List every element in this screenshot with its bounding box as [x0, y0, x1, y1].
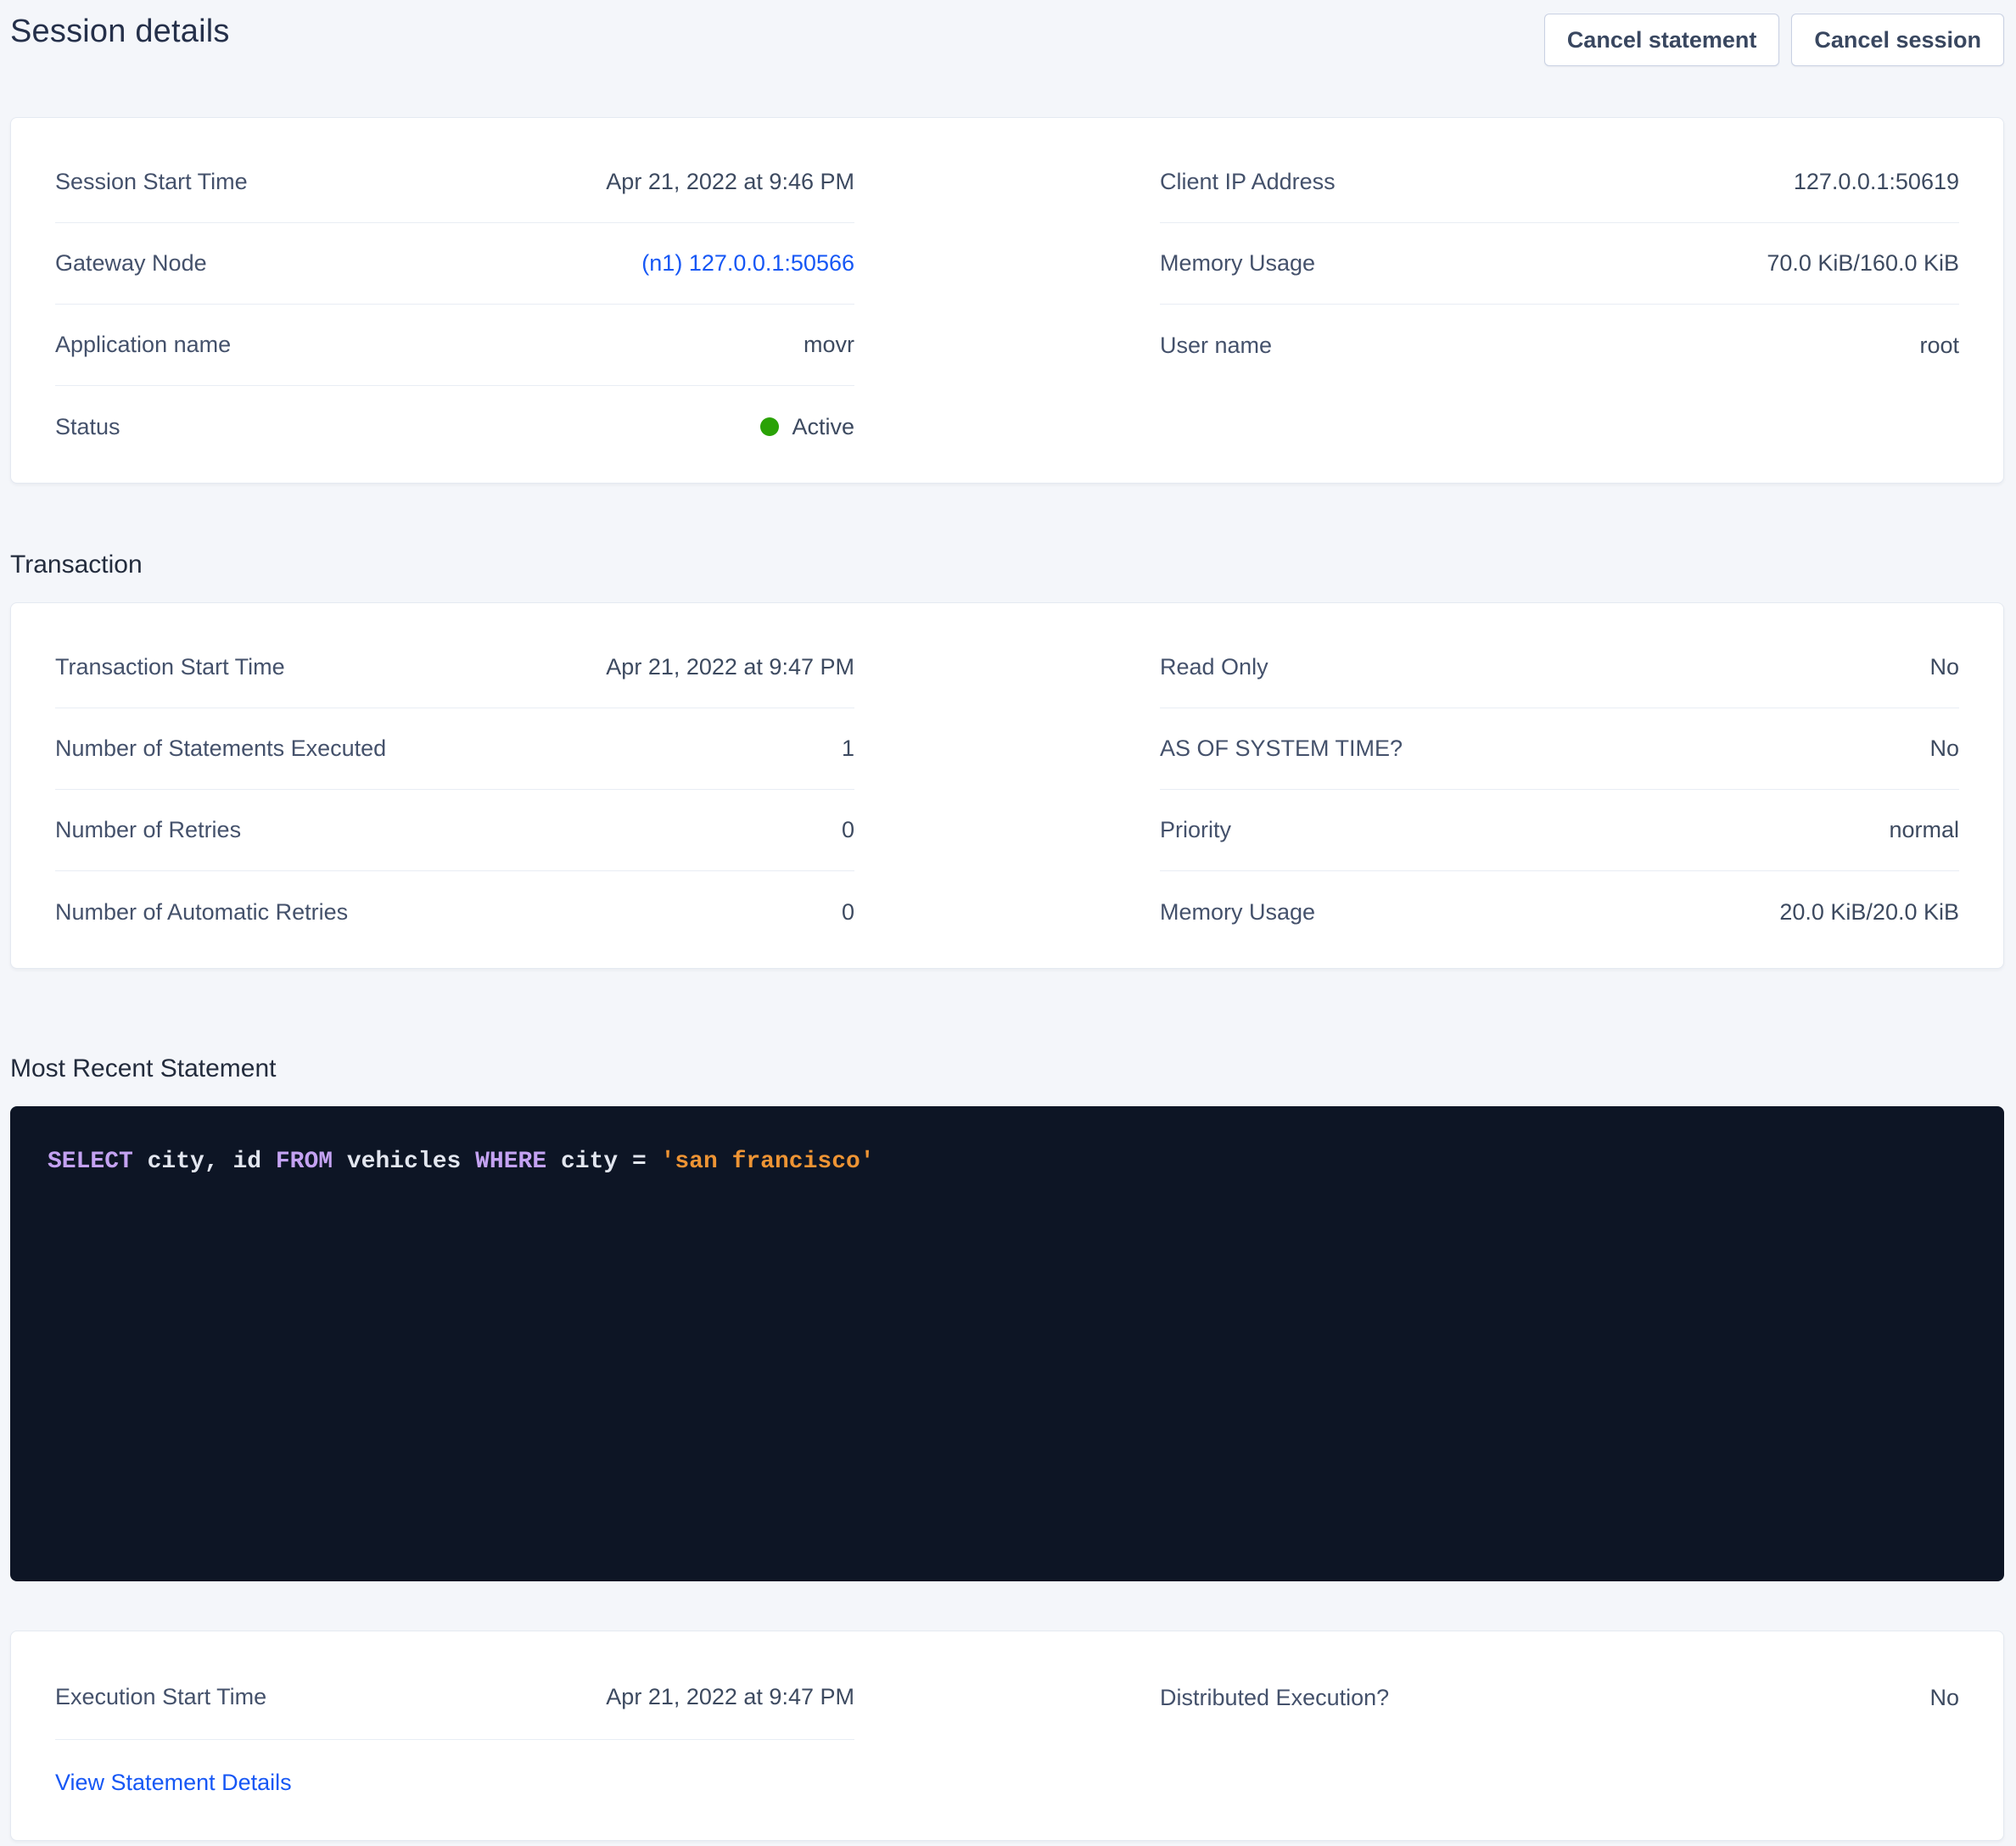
session-summary-card: Session Start Time Apr 21, 2022 at 9:46 …: [10, 117, 2004, 484]
row-label: Number of Retries: [55, 817, 241, 843]
sql-keyword: WHERE: [475, 1149, 561, 1175]
execution-card-left-column: Execution Start Time Apr 21, 2022 at 9:4…: [55, 1655, 854, 1825]
transaction-section-heading: Transaction: [10, 550, 2004, 580]
user-name-row: User name root: [1160, 305, 1959, 386]
status-active-dot-icon: [760, 417, 779, 436]
execution-start-time-row: Execution Start Time Apr 21, 2022 at 9:4…: [55, 1655, 854, 1740]
row-value: 0: [842, 899, 854, 926]
row-value: 70.0 KiB/160.0 KiB: [1767, 250, 1959, 277]
row-label: Number of Automatic Retries: [55, 899, 348, 926]
page-title: Session details: [10, 12, 230, 51]
row-label: User name: [1160, 333, 1272, 359]
transaction-start-time-row: Transaction Start Time Apr 21, 2022 at 9…: [55, 627, 854, 708]
execution-card: Execution Start Time Apr 21, 2022 at 9:4…: [10, 1631, 2004, 1841]
session-start-time-row: Session Start Time Apr 21, 2022 at 9:46 …: [55, 142, 854, 223]
row-value: No: [1929, 1685, 1959, 1711]
cancel-statement-button[interactable]: Cancel statement: [1544, 14, 1780, 66]
memory-usage-row: Memory Usage 70.0 KiB/160.0 KiB: [1160, 223, 1959, 305]
sql-text: city, id: [148, 1149, 276, 1175]
as-of-system-time-row: AS OF SYSTEM TIME? No: [1160, 708, 1959, 790]
status-label: Active: [792, 414, 854, 440]
row-value: No: [1929, 736, 1959, 762]
row-label: Session Start Time: [55, 169, 248, 195]
execution-card-right-column: Distributed Execution? No: [1160, 1655, 1959, 1825]
status-row: Status Active: [55, 386, 854, 467]
sql-keyword: SELECT: [48, 1149, 148, 1175]
priority-row: Priority normal: [1160, 790, 1959, 871]
row-value: 1: [842, 736, 854, 762]
statement-code-block: SELECT city, id FROM vehicles WHERE city…: [10, 1106, 2004, 1581]
row-label: Memory Usage: [1160, 250, 1315, 277]
row-value: root: [1919, 333, 1959, 359]
number-of-retries-row: Number of Retries 0: [55, 790, 854, 871]
row-label: Priority: [1160, 817, 1231, 843]
row-value: Apr 21, 2022 at 9:47 PM: [606, 654, 854, 680]
view-statement-details-row: View Statement Details: [55, 1740, 854, 1825]
row-value: movr: [804, 332, 854, 358]
transaction-card-right-column: Read Only No AS OF SYSTEM TIME? No Prior…: [1160, 627, 1959, 953]
client-ip-row: Client IP Address 127.0.0.1:50619: [1160, 142, 1959, 223]
read-only-row: Read Only No: [1160, 627, 1959, 708]
statement-section-heading: Most Recent Statement: [10, 1054, 2004, 1084]
gateway-node-row: Gateway Node (n1) 127.0.0.1:50566: [55, 223, 854, 305]
statements-executed-row: Number of Statements Executed 1: [55, 708, 854, 790]
row-value: 0: [842, 817, 854, 843]
row-value: Apr 21, 2022 at 9:47 PM: [606, 1684, 854, 1710]
status-value: Active: [760, 414, 854, 440]
cancel-session-button[interactable]: Cancel session: [1791, 14, 2004, 66]
view-statement-details-link[interactable]: View Statement Details: [55, 1770, 292, 1796]
row-label: AS OF SYSTEM TIME?: [1160, 736, 1403, 762]
sql-text: vehicles: [347, 1149, 475, 1175]
row-value: Apr 21, 2022 at 9:46 PM: [606, 169, 854, 195]
session-details-page: Session details Cancel statement Cancel …: [0, 0, 2016, 1841]
row-value: 20.0 KiB/20.0 KiB: [1779, 899, 1959, 926]
sql-keyword: FROM: [276, 1149, 347, 1175]
row-label: Application name: [55, 332, 231, 358]
transaction-card: Transaction Start Time Apr 21, 2022 at 9…: [10, 602, 2004, 969]
page-header: Session details Cancel statement Cancel …: [10, 12, 2004, 66]
row-label: Gateway Node: [55, 250, 207, 277]
row-label: Memory Usage: [1160, 899, 1315, 926]
row-value: No: [1929, 654, 1959, 680]
row-label: Execution Start Time: [55, 1684, 266, 1710]
sql-string-literal: 'san francisco': [661, 1149, 875, 1175]
application-name-row: Application name movr: [55, 305, 854, 386]
distributed-execution-row: Distributed Execution? No: [1160, 1655, 1959, 1740]
transaction-card-left-column: Transaction Start Time Apr 21, 2022 at 9…: [55, 627, 854, 953]
gateway-node-link[interactable]: (n1) 127.0.0.1:50566: [641, 250, 854, 277]
row-label: Distributed Execution?: [1160, 1685, 1389, 1711]
row-label: Transaction Start Time: [55, 654, 285, 680]
sql-text: city =: [561, 1149, 661, 1175]
transaction-memory-usage-row: Memory Usage 20.0 KiB/20.0 KiB: [1160, 871, 1959, 953]
row-label: Read Only: [1160, 654, 1268, 680]
session-card-right-column: Client IP Address 127.0.0.1:50619 Memory…: [1160, 142, 1959, 467]
row-label: Client IP Address: [1160, 169, 1336, 195]
row-label: Number of Statements Executed: [55, 736, 386, 762]
row-label: Status: [55, 414, 120, 440]
row-value: normal: [1889, 817, 1959, 843]
session-card-left-column: Session Start Time Apr 21, 2022 at 9:46 …: [55, 142, 854, 467]
header-actions: Cancel statement Cancel session: [1544, 12, 2004, 66]
row-value: 127.0.0.1:50619: [1794, 169, 1959, 195]
automatic-retries-row: Number of Automatic Retries 0: [55, 871, 854, 953]
